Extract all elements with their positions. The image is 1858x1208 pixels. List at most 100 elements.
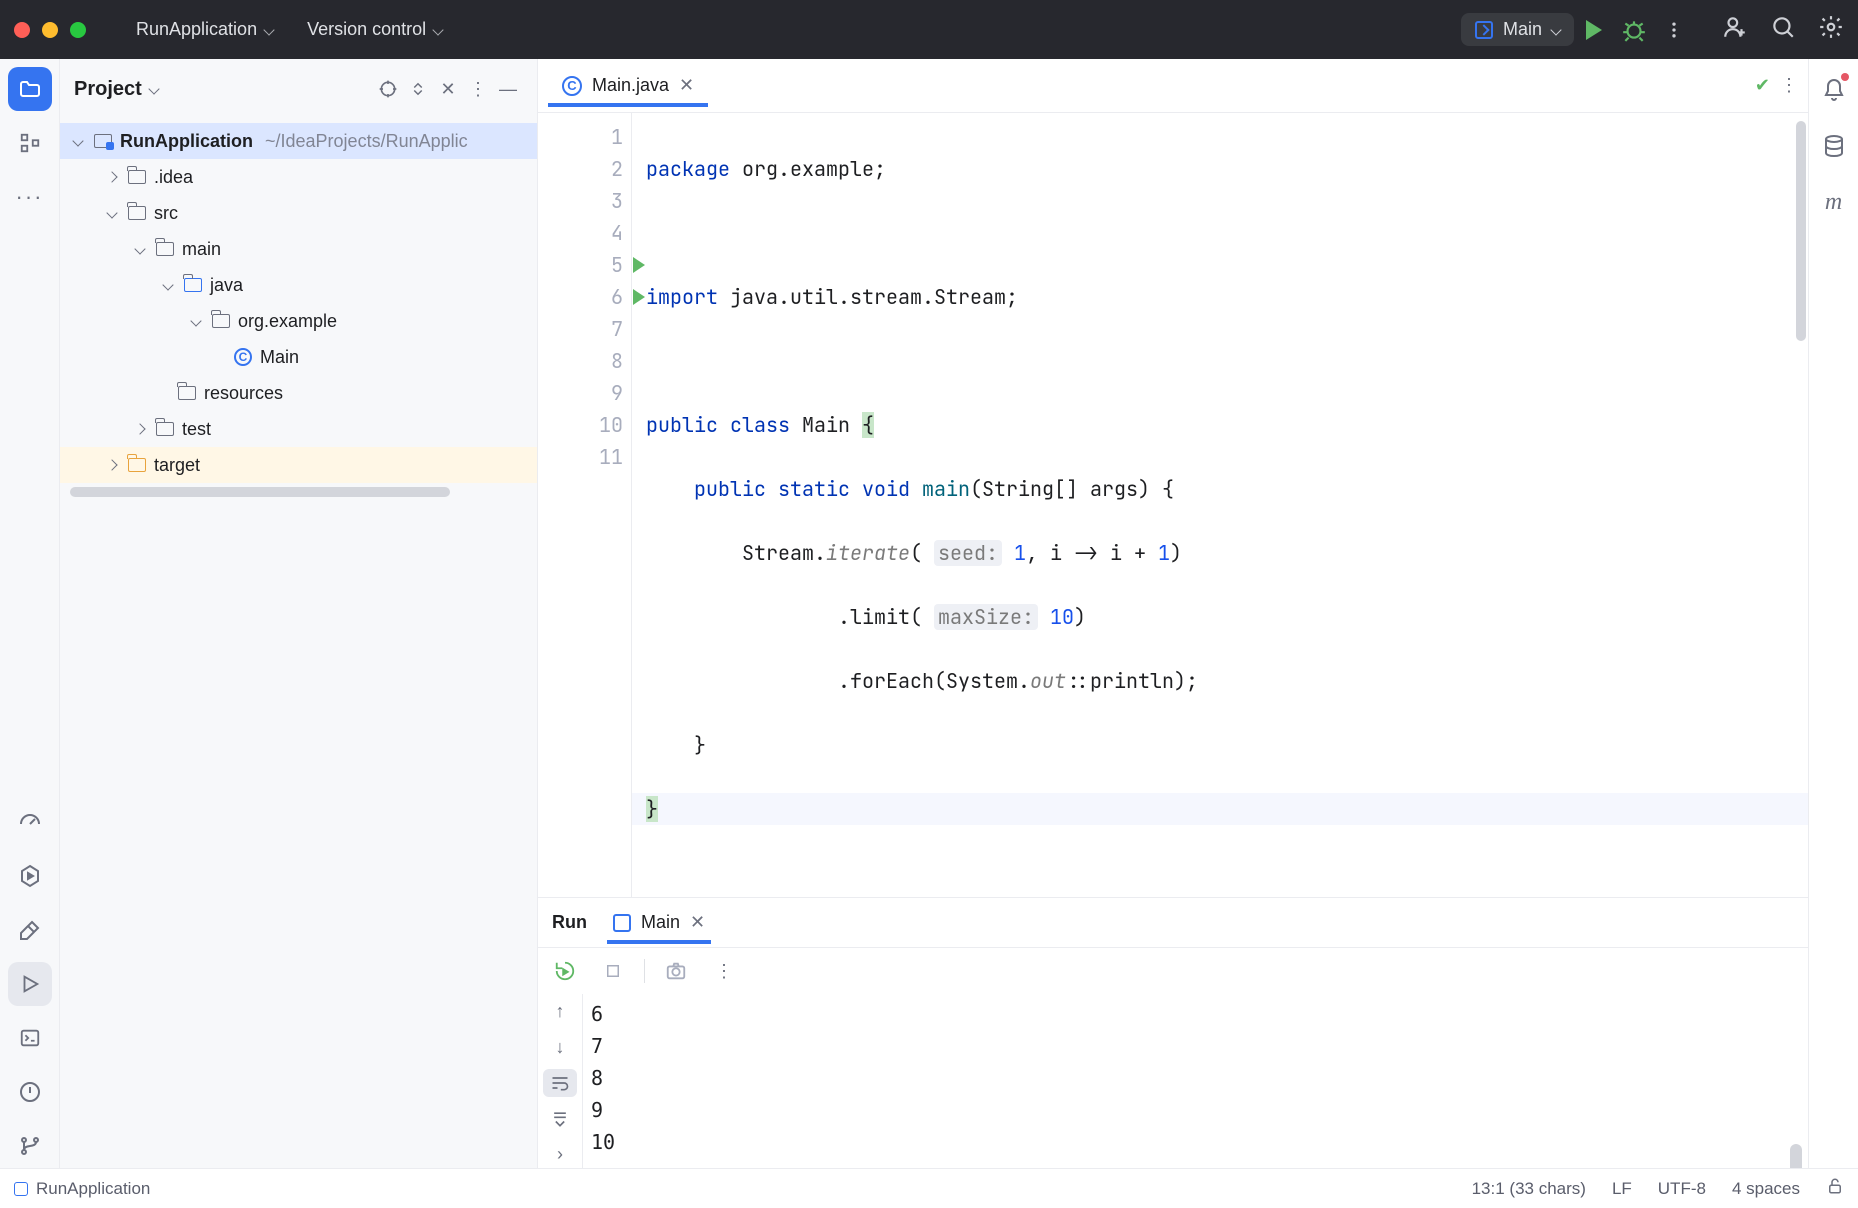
editor-options-button[interactable]: ⋮ — [1780, 75, 1798, 96]
panel-options-button[interactable]: ⋮ — [463, 74, 493, 104]
stop-button[interactable] — [596, 954, 630, 988]
close-tab-button[interactable]: ✕ — [690, 912, 705, 933]
soft-wrap-button[interactable] — [543, 1069, 577, 1097]
run-tabs: Run Main ✕ — [538, 898, 1808, 948]
database-tool-button[interactable] — [1817, 129, 1851, 163]
class-icon: C — [234, 348, 252, 366]
vertical-scrollbar[interactable] — [1796, 121, 1806, 341]
chevron-right-icon — [106, 171, 117, 182]
encoding[interactable]: UTF-8 — [1658, 1179, 1706, 1199]
build-tool-button[interactable] — [8, 908, 52, 952]
project-panel-header: Project ✕ ⋮ — — [60, 59, 537, 119]
editor-tab-main[interactable]: C Main.java ✕ — [548, 65, 708, 106]
bell-icon — [1822, 78, 1846, 102]
vertical-scrollbar[interactable] — [1790, 1144, 1802, 1168]
console-output[interactable]: 6 7 8 9 10 Process finished with exit co… — [582, 994, 1808, 1168]
tree-item-test[interactable]: test — [60, 411, 537, 447]
readonly-toggle[interactable] — [1826, 1177, 1844, 1200]
run-gutter-icon[interactable] — [633, 289, 645, 305]
project-tree[interactable]: RunApplication ~/IdeaProjects/RunApplic … — [60, 119, 537, 1168]
notifications-button[interactable] — [1817, 73, 1851, 107]
code-with-me-button[interactable] — [1722, 14, 1748, 45]
expand-collapse-button[interactable] — [403, 74, 433, 104]
line-separator[interactable]: LF — [1612, 1179, 1632, 1199]
tree-item-package[interactable]: org.example — [60, 303, 537, 339]
run-tab-main[interactable]: Main ✕ — [607, 902, 711, 943]
panel-hide-button[interactable]: — — [493, 74, 523, 104]
editor-gutter[interactable]: 1234 5 6 7891011 — [538, 113, 632, 897]
bug-icon — [1621, 17, 1647, 43]
debug-button[interactable] — [1614, 10, 1654, 50]
editor-tabs: C Main.java ✕ ✔ ⋮ — [538, 59, 1808, 113]
warning-icon — [18, 1080, 42, 1104]
profiler-tool-button[interactable] — [8, 800, 52, 844]
console-toolbar: ↑ ↓ › — [538, 994, 582, 1168]
run-gutter-icon[interactable] — [633, 257, 645, 273]
tree-item-main-class[interactable]: C Main — [60, 339, 537, 375]
more-tools-button[interactable]: ··· — [8, 175, 52, 219]
chevron-down-icon — [106, 207, 117, 218]
notification-dot — [1841, 73, 1849, 81]
vcs-tool-button[interactable] — [8, 1124, 52, 1168]
module-indicator[interactable]: RunApplication — [14, 1179, 150, 1199]
scroll-down-button[interactable]: ↓ — [543, 1034, 577, 1062]
settings-button[interactable] — [1818, 14, 1844, 45]
screenshot-button[interactable] — [659, 954, 693, 988]
zoom-window-button[interactable] — [70, 22, 86, 38]
project-name-label: RunApplication — [136, 19, 257, 40]
code-editor[interactable]: 1234 5 6 7891011 package org.example; im… — [538, 113, 1808, 897]
structure-tool-button[interactable] — [8, 121, 52, 165]
run-tool-button[interactable] — [8, 962, 52, 1006]
tree-item-src[interactable]: src — [60, 195, 537, 231]
expand-icon — [409, 80, 427, 98]
inspection-ok-icon[interactable]: ✔ — [1755, 75, 1770, 96]
scroll-up-button[interactable]: ↑ — [543, 998, 577, 1026]
maven-icon: m — [1825, 189, 1842, 216]
run-button[interactable] — [1574, 10, 1614, 50]
run-configuration-selector[interactable]: Main — [1461, 13, 1574, 46]
panel-close-button[interactable]: ✕ — [433, 74, 463, 104]
class-icon: C — [562, 76, 582, 96]
structure-icon — [19, 132, 41, 154]
minimize-window-button[interactable] — [42, 22, 58, 38]
database-icon — [1822, 134, 1846, 158]
horizontal-scrollbar[interactable] — [70, 487, 450, 497]
maven-tool-button[interactable]: m — [1817, 185, 1851, 219]
problems-tool-button[interactable] — [8, 1070, 52, 1114]
more-actions-button[interactable] — [1654, 10, 1694, 50]
project-dropdown[interactable]: RunApplication — [126, 13, 283, 46]
rerun-icon — [554, 960, 576, 982]
tree-item-java[interactable]: java — [60, 267, 537, 303]
terminal-tool-button[interactable] — [8, 1016, 52, 1060]
project-view-selector[interactable]: Project — [74, 78, 158, 101]
search-everywhere-button[interactable] — [1770, 14, 1796, 45]
services-tool-button[interactable] — [8, 854, 52, 898]
rerun-button[interactable] — [548, 954, 582, 988]
caret-position[interactable]: 13:1 (33 chars) — [1472, 1179, 1586, 1199]
indent-setting[interactable]: 4 spaces — [1732, 1179, 1800, 1199]
tree-label: src — [154, 203, 178, 224]
tree-item-idea[interactable]: .idea — [60, 159, 537, 195]
tree-item-resources[interactable]: resources — [60, 375, 537, 411]
target-icon — [378, 79, 398, 99]
chevron-down-icon — [432, 24, 443, 35]
tree-item-target[interactable]: target — [60, 447, 537, 483]
run-config-icon — [613, 914, 631, 932]
tree-root[interactable]: RunApplication ~/IdeaProjects/RunApplic — [60, 123, 537, 159]
close-tab-button[interactable]: ✕ — [679, 75, 694, 96]
branch-icon — [18, 1134, 42, 1158]
terminal-icon — [19, 1027, 41, 1049]
open-prompt-button[interactable]: › — [543, 1140, 577, 1168]
gauge-icon — [18, 810, 42, 834]
tree-item-main[interactable]: main — [60, 231, 537, 267]
close-window-button[interactable] — [14, 22, 30, 38]
vcs-dropdown[interactable]: Version control — [297, 13, 452, 46]
console-line: 9 — [591, 1094, 1808, 1126]
chevron-down-icon — [190, 315, 201, 326]
select-opened-file-button[interactable] — [373, 74, 403, 104]
code-area[interactable]: package org.example; import java.util.st… — [632, 113, 1808, 897]
project-tool-button[interactable] — [8, 67, 52, 111]
run-options-button[interactable]: ⋮ — [707, 954, 741, 988]
scroll-to-end-button[interactable] — [543, 1105, 577, 1133]
tree-label: org.example — [238, 311, 337, 332]
